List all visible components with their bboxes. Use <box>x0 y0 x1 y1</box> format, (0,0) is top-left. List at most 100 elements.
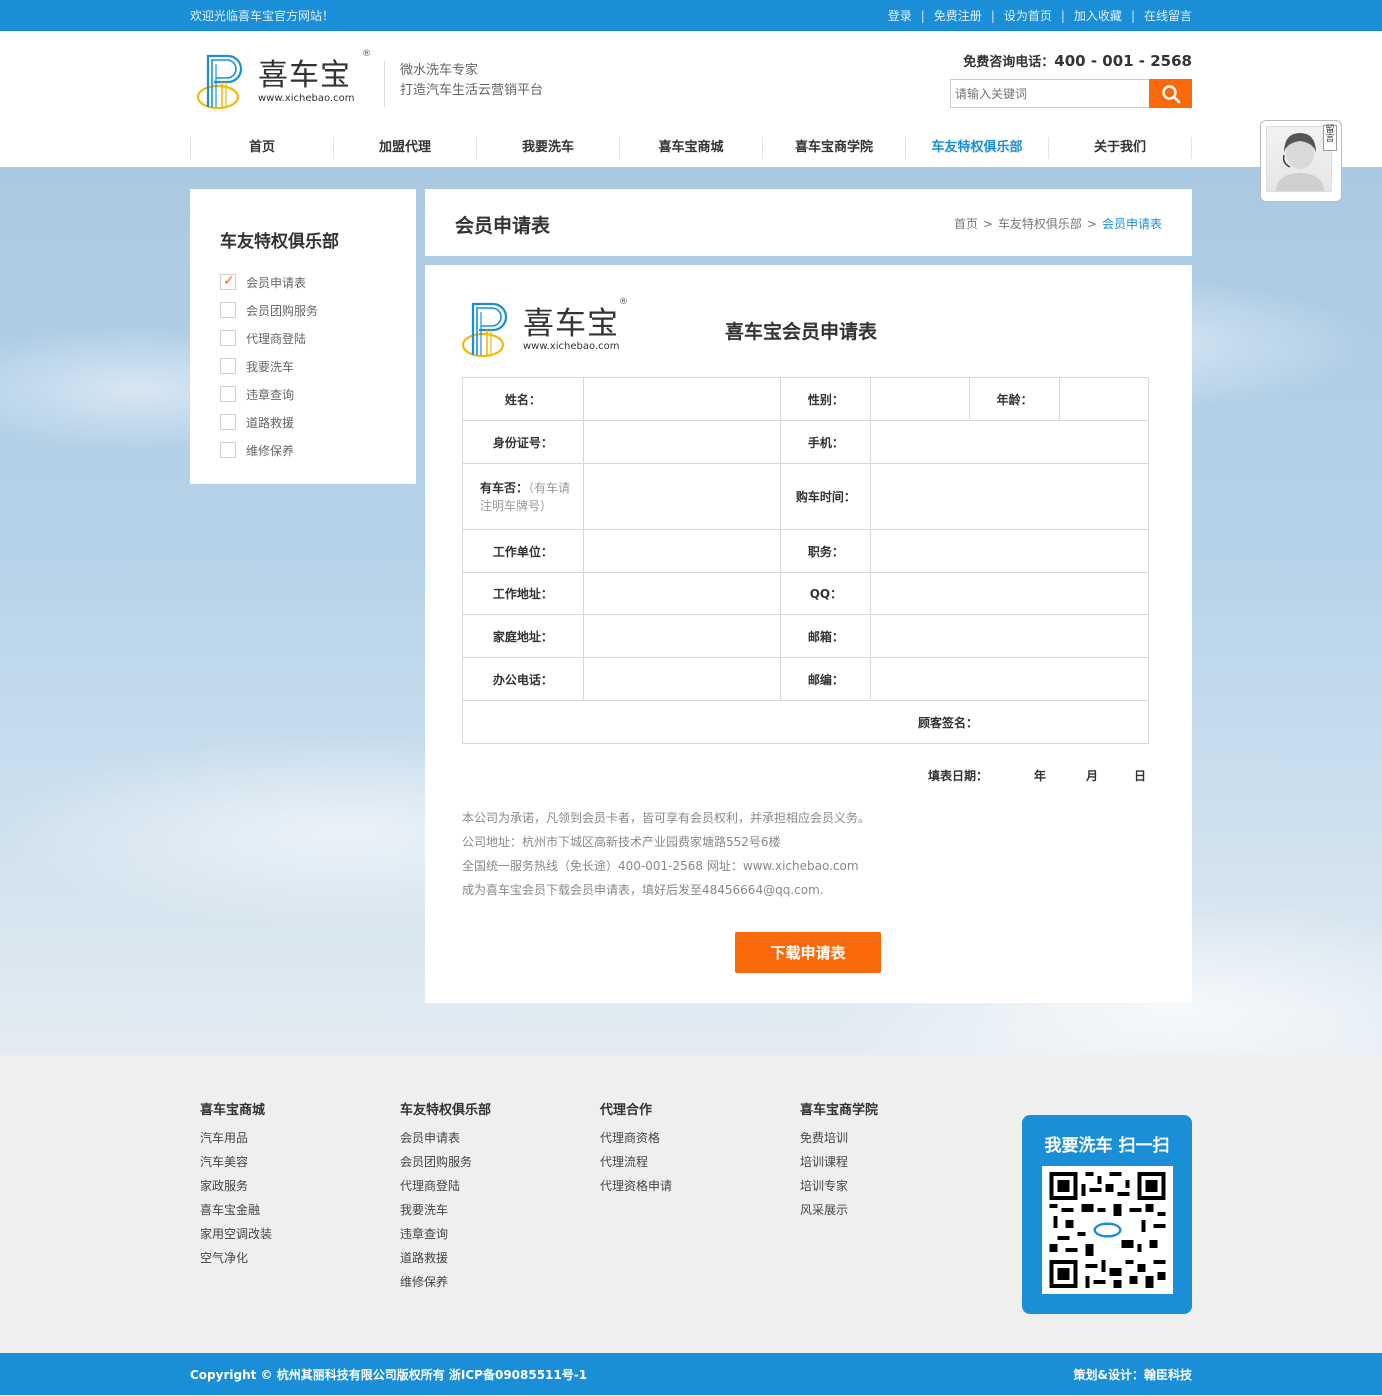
checkbox[interactable] <box>220 330 236 346</box>
footer-link[interactable]: 家政服务 <box>200 1174 272 1198</box>
sidebar-item-label: 代理商登陆 <box>246 331 307 346</box>
info-line: 全国统一服务热线（免长途）400-001-2568 网址：www.xicheba… <box>462 859 859 873</box>
footer-link[interactable]: 家用空调改装 <box>200 1222 272 1246</box>
checkbox[interactable] <box>220 414 236 430</box>
form-logo: 喜车宝 www.xichebao.com ® <box>461 297 628 359</box>
footer-column-mall: 喜车宝商城 汽车用品 汽车美容 家政服务 喜车宝金融 家用空调改装 空气净化 <box>200 1099 272 1270</box>
page-title-bar: 会员申请表 首页 > 车友特权俱乐部 > 会员申请表 <box>425 189 1192 256</box>
checkbox-checked[interactable]: ✓ <box>220 273 236 290</box>
table-row: 身份证号： 手机： <box>462 420 1149 464</box>
qr-code[interactable] <box>1041 1166 1173 1294</box>
sidebar-item-label: 会员申请表 <box>246 275 307 290</box>
footer-link[interactable]: 代理商资格 <box>600 1126 672 1150</box>
checkbox[interactable] <box>220 386 236 402</box>
login-link[interactable]: 登录 <box>888 7 912 24</box>
nav-club[interactable]: 车友特权俱乐部 <box>905 137 1048 159</box>
application-form-panel: 喜车宝 www.xichebao.com ® 喜车宝会员申请表 姓名： 性别： … <box>425 265 1192 1003</box>
date-month: 月 <box>1086 769 1099 783</box>
work-unit-label: 工作单位： <box>462 529 584 573</box>
footer-link[interactable]: 汽车用品 <box>200 1126 272 1150</box>
footer-link[interactable]: 会员申请表 <box>400 1126 491 1150</box>
work-unit-cell <box>582 529 782 573</box>
breadcrumb-home[interactable]: 首页 <box>954 217 978 231</box>
logo-url: www.xichebao.com <box>523 340 620 352</box>
search-button[interactable] <box>1149 79 1192 108</box>
registered-mark: ® <box>619 297 628 307</box>
checkbox[interactable] <box>220 442 236 458</box>
email-label: 邮箱： <box>780 614 872 658</box>
qr-code-icon <box>1049 1172 1165 1288</box>
checkbox[interactable] <box>220 302 236 318</box>
nav-academy[interactable]: 喜车宝商学院 <box>762 137 905 159</box>
table-row: 家庭地址： 邮箱： <box>462 614 1149 658</box>
buy-time-cell <box>870 463 1149 530</box>
sidebar-item-road-rescue[interactable]: 道路救援 <box>220 408 416 436</box>
sidebar-item-agent-login[interactable]: 代理商登陆 <box>220 324 416 352</box>
add-favorite-link[interactable]: 加入收藏 <box>1074 7 1122 24</box>
form-title: 喜车宝会员申请表 <box>725 321 878 343</box>
nav-franchise[interactable]: 加盟代理 <box>333 137 476 159</box>
footer-link[interactable]: 风采展示 <box>800 1198 878 1222</box>
id-cell <box>582 420 782 464</box>
breadcrumb-club[interactable]: 车友特权俱乐部 <box>998 217 1082 231</box>
logo-mark-icon <box>461 302 508 358</box>
home-address-cell <box>582 614 782 658</box>
sidebar-item-maintenance[interactable]: 维修保养 <box>220 436 416 464</box>
fill-date-label: 填表日期： <box>928 769 989 783</box>
footer-link[interactable]: 维修保养 <box>400 1270 491 1294</box>
main-content: 车友特权俱乐部 ✓ 会员申请表 会员团购服务 代理商登陆 我要洗车 违章查询 道… <box>0 167 1382 1055</box>
search-box <box>950 79 1192 108</box>
register-link[interactable]: 免费注册 <box>934 7 982 24</box>
checkbox[interactable] <box>220 358 236 374</box>
footer-link[interactable]: 免费培训 <box>800 1126 878 1150</box>
footer-link[interactable]: 汽车美容 <box>200 1150 272 1174</box>
logo-name: 喜车宝 <box>523 305 619 342</box>
office-phone-label: 办公电话： <box>462 657 584 701</box>
footer-link[interactable]: 道路救援 <box>400 1246 491 1270</box>
qq-cell <box>870 572 1149 615</box>
welcome-text: 欢迎光临喜车宝官方网站！ <box>190 9 335 23</box>
download-form-button[interactable]: 下载申请表 <box>735 932 881 973</box>
work-address-cell <box>582 572 782 615</box>
slogan-line-1: 微水洗车专家 <box>400 63 479 78</box>
mobile-label: 手机： <box>780 420 872 464</box>
site-logo[interactable]: 喜车宝 www.xichebao.com ® <box>196 49 371 111</box>
footer-link[interactable]: 违章查询 <box>400 1222 491 1246</box>
search-input[interactable] <box>950 79 1149 108</box>
breadcrumb: 首页 > 车友特权俱乐部 > 会员申请表 <box>953 217 1162 231</box>
footer-link[interactable]: 喜车宝金融 <box>200 1198 272 1222</box>
footer-link[interactable]: 代理资格申请 <box>600 1174 672 1198</box>
logo-url: www.xichebao.com <box>258 92 355 104</box>
footer-column-title: 喜车宝商学院 <box>800 1103 879 1118</box>
nav-car-wash[interactable]: 我要洗车 <box>476 137 619 159</box>
top-links: 登录 | 免费注册 | 设为首页 | 加入收藏 | 在线留言 <box>887 7 1192 24</box>
set-homepage-link[interactable]: 设为首页 <box>1004 7 1052 24</box>
buy-time-label: 购车时间： <box>780 463 872 530</box>
footer-link[interactable]: 空气净化 <box>200 1246 272 1270</box>
footer-link[interactable]: 会员团购服务 <box>400 1150 491 1174</box>
sidebar-item-member-application[interactable]: ✓ 会员申请表 <box>220 268 416 296</box>
footer-link[interactable]: 培训课程 <box>800 1150 878 1174</box>
sidebar-item-violation-query[interactable]: 违章查询 <box>220 380 416 408</box>
sidebar-item-label: 维修保养 <box>246 443 295 458</box>
bottom-bar: Copyright © 杭州其丽科技有限公司版权所有 浙ICP备09085511… <box>0 1353 1382 1395</box>
slogan: 微水洗车专家 打造汽车生活云营销平台 <box>384 61 543 107</box>
footer-link[interactable]: 代理商登陆 <box>400 1174 491 1198</box>
hotline-number: 400 - 001 - 2568 <box>1054 52 1192 70</box>
copyright-text: Copyright © 杭州其丽科技有限公司版权所有 浙ICP备09085511… <box>190 1367 588 1382</box>
footer-link[interactable]: 代理流程 <box>600 1150 672 1174</box>
message-link[interactable]: 在线留言 <box>1144 7 1192 24</box>
nav-home[interactable]: 首页 <box>190 137 333 159</box>
info-line: 公司地址：杭州市下城区高新技术产业园费家塘路552号6楼 <box>462 835 781 849</box>
footer-link[interactable]: 我要洗车 <box>400 1198 491 1222</box>
nav-about[interactable]: 关于我们 <box>1048 137 1192 159</box>
age-label: 年龄： <box>969 377 1061 421</box>
online-service-widget[interactable]: 留言 <box>1260 120 1342 202</box>
home-address-label: 家庭地址： <box>462 614 584 658</box>
nav-mall[interactable]: 喜车宝商城 <box>619 137 762 159</box>
sidebar-item-label: 违章查询 <box>246 387 295 402</box>
sidebar-item-group-buy[interactable]: 会员团购服务 <box>220 296 416 324</box>
footer-link[interactable]: 培训专家 <box>800 1174 878 1198</box>
footer-column-title: 喜车宝商城 <box>200 1103 266 1118</box>
sidebar-item-car-wash[interactable]: 我要洗车 <box>220 352 416 380</box>
